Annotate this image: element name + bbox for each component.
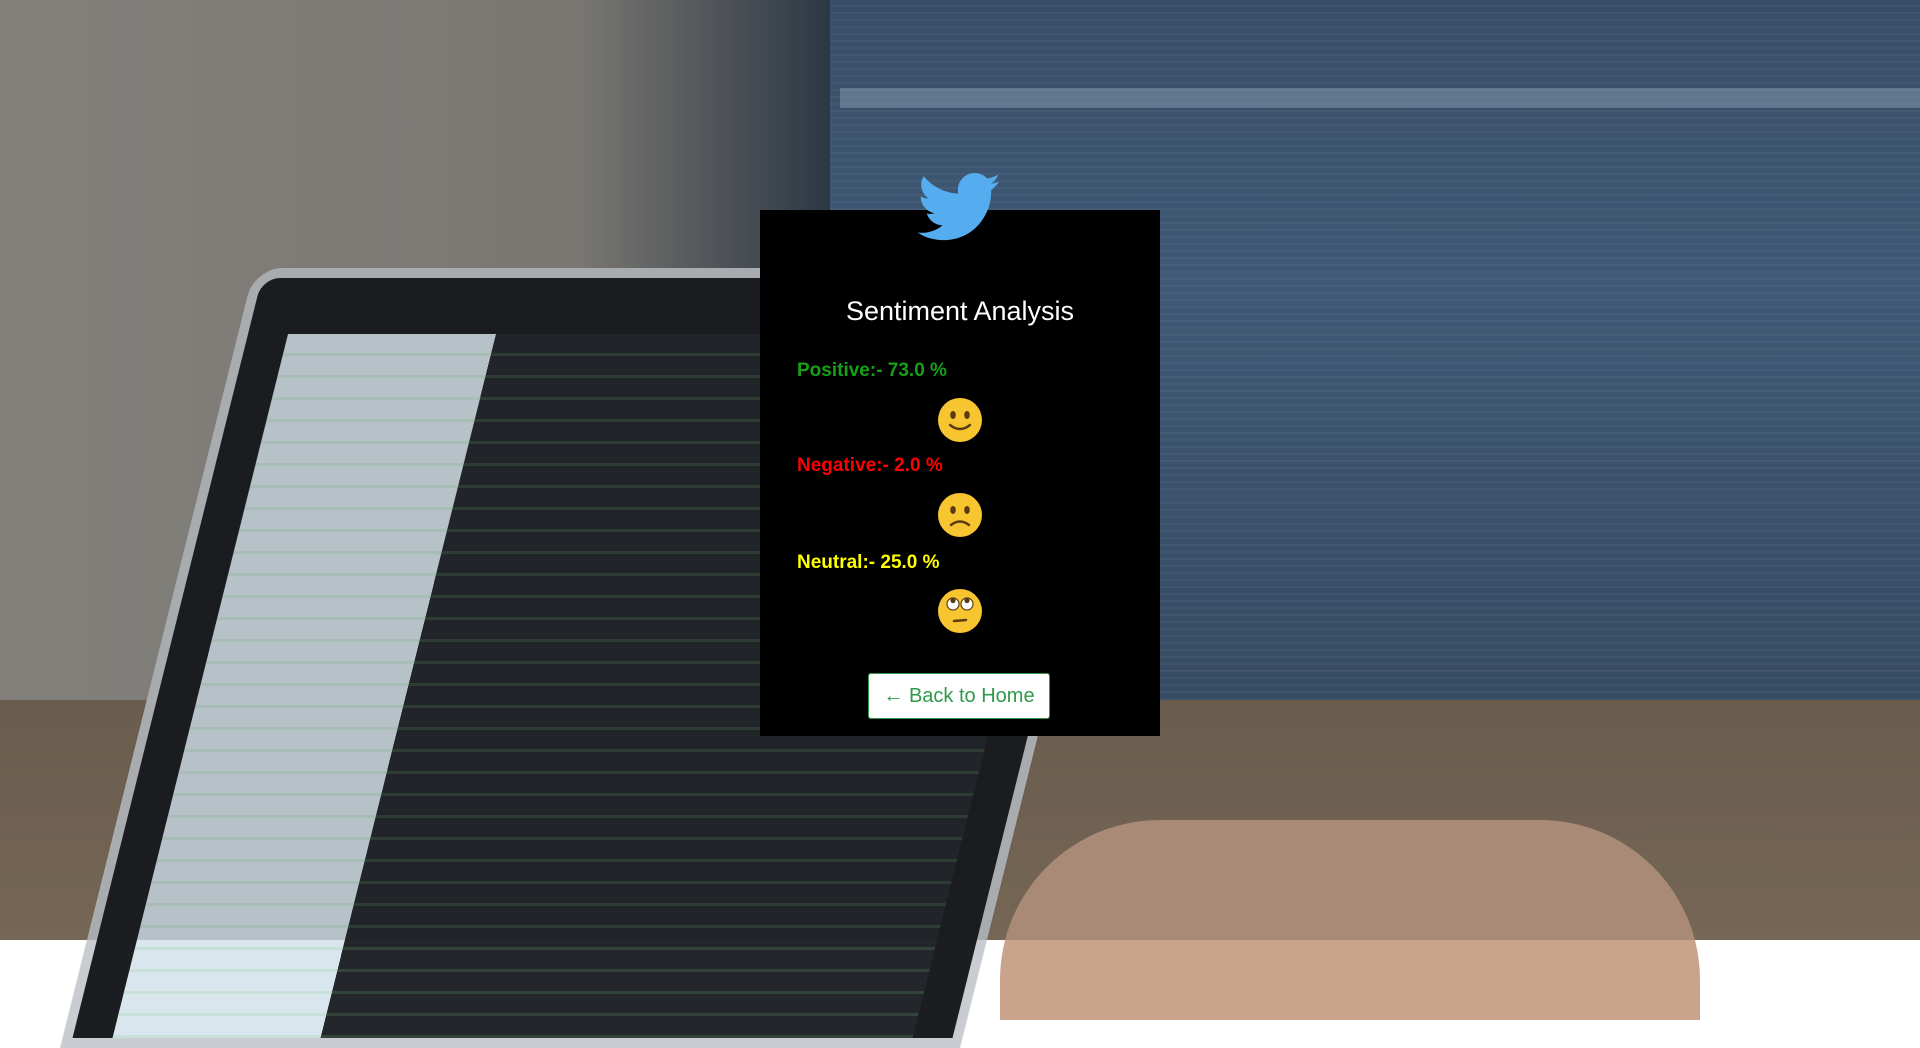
neutral-result: Neutral:- 25.0 % (797, 552, 940, 573)
twitter-bird-icon (918, 172, 1001, 241)
back-to-home-button[interactable]: ← Back to Home (868, 673, 1050, 719)
page-title: Sentiment Analysis (845, 296, 1075, 326)
smiling-face-icon (938, 398, 982, 442)
frowning-face-icon (938, 493, 982, 537)
positive-result: Positive:- 73.0 % (797, 360, 947, 381)
eye-roll-face-icon (938, 589, 982, 633)
negative-result: Negative:- 2.0 % (797, 455, 943, 476)
